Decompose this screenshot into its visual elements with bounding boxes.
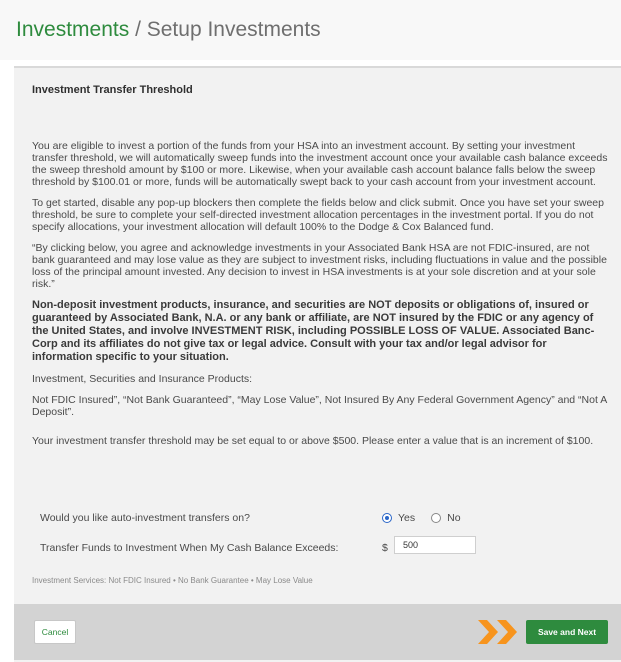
cancel-button[interactable]: Cancel — [34, 620, 76, 644]
intro-paragraph: You are eligible to invest a portion of … — [32, 140, 608, 188]
products-disclosure: Not FDIC Insured”, “Not Bank Guaranteed”… — [32, 394, 607, 418]
non-deposit-disclosure: Non-deposit investment products, insuran… — [32, 299, 595, 363]
breadcrumb-investments: Investments — [16, 18, 130, 41]
investment-threshold-panel: Investment Transfer Threshold You are el… — [14, 66, 621, 662]
auto-transfer-options: Yes No — [382, 512, 461, 524]
panel-title: Investment Transfer Threshold — [32, 84, 193, 96]
currency-symbol: $ — [382, 542, 388, 554]
auto-transfer-question: Would you like auto-investment transfers… — [40, 512, 250, 524]
save-and-next-button[interactable]: Save and Next — [526, 620, 608, 644]
radio-no[interactable] — [431, 513, 442, 523]
threshold-row: Transfer Funds to Investment When My Cas… — [40, 536, 476, 554]
breadcrumb-setup-investments: Setup Investments — [146, 18, 321, 41]
acknowledgement-paragraph: “By clicking below, you agree and acknow… — [32, 242, 607, 290]
footer-bar: Cancel Save and Next — [14, 604, 621, 660]
instructions-paragraph: To get started, disable any pop-up block… — [32, 197, 604, 233]
breadcrumb-separator: / — [135, 18, 141, 41]
products-heading: Investment, Securities and Insurance Pro… — [32, 373, 253, 385]
threshold-instruction: Your investment transfer threshold may b… — [32, 435, 594, 447]
auto-transfer-row: Would you like auto-investment transfers… — [40, 512, 461, 524]
radio-yes[interactable] — [382, 513, 392, 523]
page-title: Investments / Setup Investments — [16, 18, 321, 42]
panel-content: You are eligible to invest a portion of … — [32, 140, 610, 456]
radio-yes-label[interactable]: Yes — [398, 512, 415, 524]
investment-disclaimer: Investment Services: Not FDIC Insured • … — [32, 576, 313, 585]
double-chevron-right-icon — [478, 620, 517, 644]
page-header: Investments / Setup Investments — [0, 0, 621, 60]
threshold-label: Transfer Funds to Investment When My Cas… — [40, 542, 339, 554]
threshold-input[interactable] — [394, 536, 476, 554]
radio-no-label[interactable]: No — [447, 512, 460, 524]
